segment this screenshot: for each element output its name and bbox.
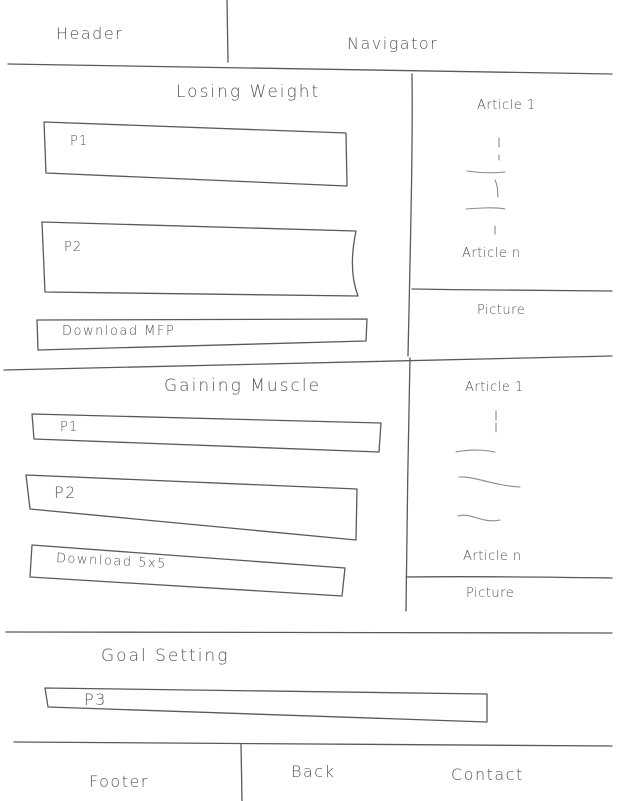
- s2-p1-box: [31, 413, 382, 453]
- back-link[interactable]: Back: [291, 762, 335, 781]
- sidebar-2-picture-divider: [405, 575, 613, 579]
- section-divider-2: [5, 631, 613, 634]
- s1-article-first-link[interactable]: Article 1: [477, 98, 536, 113]
- header-divider: [226, 0, 229, 63]
- footer-divider: [240, 743, 243, 801]
- header-bottom-line: [7, 63, 613, 75]
- section-title-losing-weight: Losing Weight: [176, 82, 321, 102]
- footer-label: Footer: [89, 772, 149, 791]
- s1-p1-label: P1: [70, 134, 89, 149]
- section-1-sidebar-divider: [407, 73, 413, 357]
- section-title-gaining-muscle: Gaining Muscle: [164, 376, 322, 396]
- s2-p2-label: P2: [54, 483, 77, 502]
- s3-p3-label: P3: [84, 690, 107, 709]
- sidebar-1-picture-divider: [411, 288, 613, 292]
- contact-link[interactable]: Contact: [451, 765, 524, 784]
- s3-p3-box: [44, 687, 488, 723]
- section-divider-1: [3, 355, 613, 371]
- wireframe-sketch-lines: [3, 0, 613, 801]
- s2-article-first-link[interactable]: Article 1: [465, 380, 524, 395]
- footer-top-line: [13, 741, 613, 747]
- s1-article-last-link[interactable]: Article n: [462, 246, 521, 261]
- header-label: Header: [56, 24, 124, 43]
- s1-download-mfp-button[interactable]: Download MFP: [62, 324, 175, 339]
- s2-p1-label: P1: [60, 420, 79, 435]
- s1-p1-box: [43, 121, 348, 187]
- s1-p2-box: [41, 221, 359, 297]
- s1-picture-label: Picture: [477, 303, 526, 318]
- navigator-label[interactable]: Navigator: [347, 34, 438, 53]
- s1-p2-label: P2: [64, 240, 83, 255]
- s2-picture-label: Picture: [466, 586, 515, 601]
- section-2-sidebar-divider: [405, 357, 411, 612]
- section-title-goal-setting: Goal Setting: [101, 646, 230, 666]
- s2-article-last-link[interactable]: Article n: [463, 549, 522, 564]
